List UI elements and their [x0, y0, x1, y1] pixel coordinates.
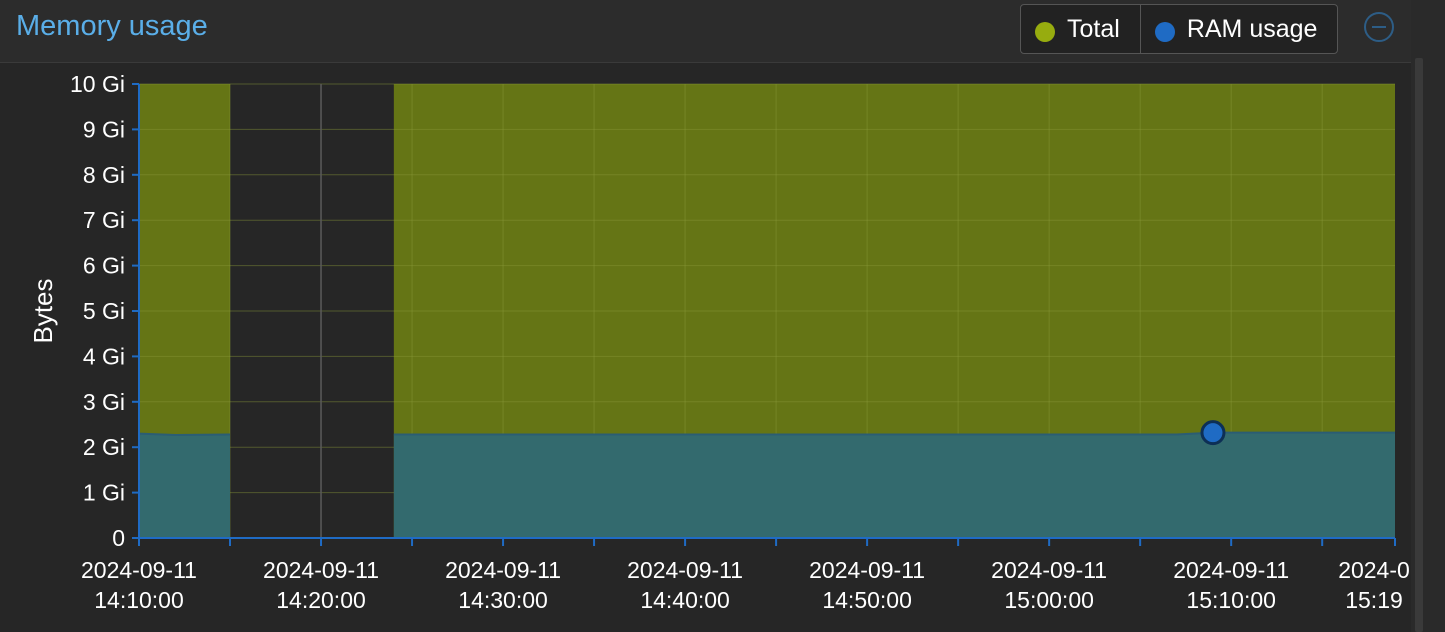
x-tick-label-date: 2024-09-11 [263, 557, 379, 583]
ram-usage-hover-point [1200, 420, 1226, 446]
y-tick-label: 9 Gi [83, 116, 125, 142]
x-tick-label-date: 2024-0 [1338, 557, 1410, 583]
memory-usage-chart: 0 1 Gi 2 Gi 3 Gi 4 Gi 5 Gi 6 Gi 7 Gi 8 Gi 9 Gi 10 … [28, 71, 1410, 613]
y-tick-label: 8 Gi [83, 162, 125, 188]
x-tick-label-date: 2024-09-11 [1173, 557, 1289, 583]
ram-usage-area-0 [139, 433, 231, 538]
x-tick-label-date: 2024-09-11 [991, 557, 1107, 583]
y-tick-label: 6 Gi [83, 253, 125, 279]
x-tick-label-time: 15:19 [1345, 587, 1403, 613]
y-tick-label: 3 Gi [83, 389, 125, 415]
x-tick-label-time: 14:10:00 [94, 587, 184, 613]
y-tick-label: 4 Gi [83, 343, 125, 369]
y-tick-label: 10 Gi [70, 71, 125, 97]
x-tick-label-time: 14:50:00 [822, 587, 912, 613]
x-tick-label-time: 15:00:00 [1004, 587, 1094, 613]
x-tick-label-date: 2024-09-11 [445, 557, 561, 583]
x-tick-label-date: 2024-09-11 [809, 557, 925, 583]
scrollbar-thumb[interactable] [1415, 58, 1423, 632]
y-tick-label: 7 Gi [83, 207, 125, 233]
x-tick-label-date: 2024-09-11 [81, 557, 197, 583]
x-tick-label-time: 14:40:00 [640, 587, 730, 613]
y-axis-title: Bytes [28, 278, 58, 343]
y-tick-label: 1 Gi [83, 480, 125, 506]
x-tick-label-time: 14:20:00 [276, 587, 366, 613]
y-tick-label: 2 Gi [83, 434, 125, 460]
x-tick-label-date: 2024-09-11 [627, 557, 743, 583]
x-tick-label-time: 14:30:00 [458, 587, 548, 613]
y-tick-label: 5 Gi [83, 298, 125, 324]
ram-usage-area-1 [393, 432, 1395, 538]
x-tick-label-time: 15:10:00 [1186, 587, 1276, 613]
scrollbar[interactable] [1411, 0, 1445, 632]
y-tick-label: 0 [112, 525, 125, 551]
